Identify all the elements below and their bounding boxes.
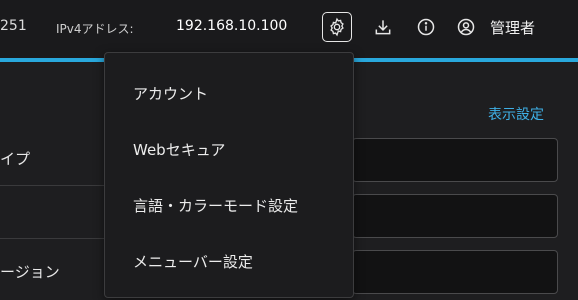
type-field[interactable]	[352, 138, 558, 182]
ipv4-address-value: 192.168.10.100	[176, 18, 288, 34]
row-label-type: イプ	[0, 150, 31, 168]
admin-user-label[interactable]: 管理者	[490, 17, 535, 38]
version-field[interactable]	[352, 250, 558, 294]
ipv4-address-label: IPv4アドレス:	[56, 22, 134, 36]
info-icon	[417, 18, 435, 36]
row-divider	[0, 185, 104, 186]
info-button[interactable]	[411, 12, 441, 42]
user-account-button[interactable]	[451, 12, 481, 42]
display-settings-link[interactable]: 表示設定	[488, 104, 544, 124]
row-divider	[0, 238, 104, 239]
row-label-version: ージョン	[0, 263, 60, 281]
download-icon	[375, 20, 391, 35]
ip-prefix-text: 251	[0, 18, 27, 34]
user-icon	[457, 18, 475, 36]
menu-item-language-color-mode[interactable]: 言語・カラーモード設定	[133, 195, 298, 216]
menu-item-web-secure[interactable]: Webセキュア	[133, 139, 225, 160]
gear-icon	[330, 17, 344, 37]
top-bar: 251 IPv4アドレス: 192.168.10.100 管理者	[0, 0, 578, 58]
settings-button[interactable]	[322, 12, 352, 42]
middle-field[interactable]	[352, 194, 558, 238]
download-button[interactable]	[368, 12, 398, 42]
menu-item-account[interactable]: アカウント	[133, 83, 208, 104]
menu-item-menubar-settings[interactable]: メニューバー設定	[133, 251, 253, 272]
settings-dropdown-menu: アカウント Webセキュア 言語・カラーモード設定 メニューバー設定	[104, 52, 354, 298]
